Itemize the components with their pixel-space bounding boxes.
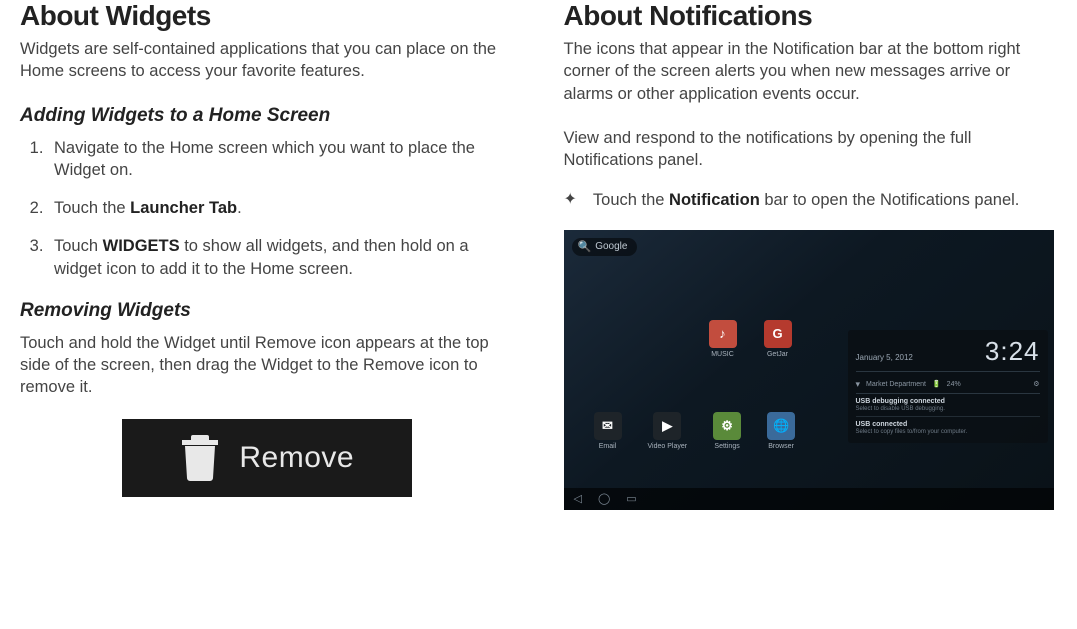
step-2-bold: Launcher Tab	[130, 199, 237, 217]
panel-time: 3:24	[985, 336, 1040, 367]
bullet-pre: Touch the	[593, 191, 669, 209]
notifications-para2: View and respond to the notifications by…	[564, 127, 1058, 172]
heading-removing-widgets: Removing Widgets	[20, 300, 514, 322]
step-3-pre: Touch	[54, 237, 103, 255]
bullet-post: bar to open the Notifications panel.	[760, 191, 1020, 209]
notifications-intro: The icons that appear in the Notificatio…	[564, 38, 1058, 105]
tablet-screenshot: 🔍 Google ♪ MUSIC G GetJar ✉ Email ▶ Vide…	[564, 230, 1054, 510]
app-music-label: MUSIC	[711, 351, 734, 358]
app-email[interactable]: ✉ Email	[594, 412, 622, 450]
app-video-label: Video Player	[648, 443, 688, 450]
step-3-bold: WIDGETS	[103, 237, 180, 255]
step-1: Navigate to the Home screen which you wa…	[48, 137, 514, 182]
step-2-pre: Touch the	[54, 199, 130, 217]
back-icon[interactable]: ◁	[574, 492, 582, 505]
app-email-label: Email	[599, 443, 617, 450]
trash-icon	[179, 434, 221, 482]
browser-icon: 🌐	[767, 412, 795, 440]
notification-item[interactable]: USB debugging connected Select to disabl…	[856, 394, 1040, 417]
search-icon: 🔍	[578, 240, 592, 253]
app-getjar[interactable]: G GetJar	[764, 320, 792, 358]
app-getjar-label: GetJar	[767, 351, 788, 358]
bullet-bold: Notification	[669, 191, 760, 209]
video-icon: ▶	[653, 412, 681, 440]
notif-1-sub: Select to disable USB debugging.	[856, 406, 1040, 412]
dock-row: ✉ Email ▶ Video Player ⚙ Settings 🌐 Brow…	[594, 412, 796, 450]
wifi-icon: ▾	[856, 379, 861, 390]
step-2-post: .	[237, 199, 242, 217]
notif-2-sub: Select to copy files to/from your comput…	[856, 429, 1040, 435]
app-settings[interactable]: ⚙ Settings	[713, 412, 741, 450]
music-icon: ♪	[709, 320, 737, 348]
app-video[interactable]: ▶ Video Player	[648, 412, 688, 450]
remove-badge: Remove	[122, 419, 412, 497]
getjar-icon: G	[764, 320, 792, 348]
heading-about-widgets: About Widgets	[20, 0, 514, 32]
notif-2-title: USB connected	[856, 421, 1040, 428]
search-pill[interactable]: 🔍 Google	[572, 238, 638, 256]
adding-widgets-steps: Navigate to the Home screen which you wa…	[20, 137, 514, 280]
notif-1-title: USB debugging connected	[856, 398, 1040, 405]
bullet-text: Touch the Notification bar to open the N…	[593, 189, 1019, 211]
home-icon[interactable]: ◯	[598, 492, 610, 505]
panel-status-text: Market Department	[866, 381, 926, 388]
panel-date: January 5, 2012	[856, 353, 913, 362]
left-column: About Widgets Widgets are self-contained…	[20, 0, 514, 510]
right-column: About Notifications The icons that appea…	[564, 0, 1058, 510]
settings-icon: ⚙	[713, 412, 741, 440]
app-settings-label: Settings	[714, 443, 739, 450]
removing-widgets-para: Touch and hold the Widget until Remove i…	[20, 332, 514, 399]
step-1-text: Navigate to the Home screen which you wa…	[54, 139, 475, 179]
star-bullet-icon: ✦	[564, 189, 577, 211]
step-3: Touch WIDGETS to show all widgets, and t…	[48, 235, 514, 280]
panel-battery-pct: 24%	[947, 381, 961, 388]
heading-about-notifications: About Notifications	[564, 0, 1058, 32]
app-music[interactable]: ♪ MUSIC	[709, 320, 737, 358]
system-navbar: ◁ ◯ ▭	[564, 488, 1054, 510]
notification-panel[interactable]: January 5, 2012 3:24 ▾ Market Department…	[848, 330, 1048, 443]
panel-status-row[interactable]: ▾ Market Department 🔋 24% ⚙	[856, 376, 1040, 394]
app-browser-label: Browser	[768, 443, 794, 450]
widgets-intro: Widgets are self-contained applications …	[20, 38, 514, 83]
heading-adding-widgets: Adding Widgets to a Home Screen	[20, 105, 514, 127]
bullet-touch-notification: ✦ Touch the Notification bar to open the…	[564, 189, 1058, 211]
recents-icon[interactable]: ▭	[626, 492, 636, 505]
remove-badge-label: Remove	[239, 441, 354, 475]
notification-item[interactable]: USB connected Select to copy files to/fr…	[856, 417, 1040, 439]
app-browser[interactable]: 🌐 Browser	[767, 412, 795, 450]
battery-icon: 🔋	[932, 380, 941, 388]
settings-quick-icon[interactable]: ⚙	[1033, 380, 1039, 388]
email-icon: ✉	[594, 412, 622, 440]
step-2: Touch the Launcher Tab.	[48, 197, 514, 219]
panel-header: January 5, 2012 3:24	[856, 336, 1040, 372]
search-label: Google	[595, 241, 627, 252]
